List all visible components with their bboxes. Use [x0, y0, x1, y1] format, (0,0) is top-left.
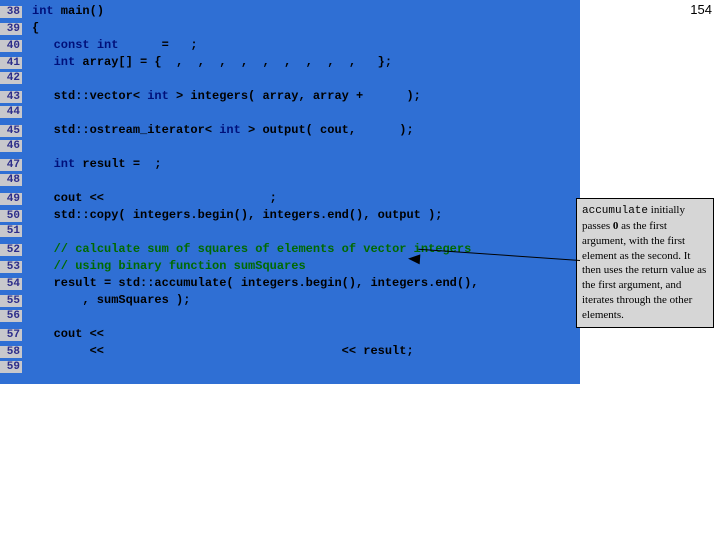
line-number: 47: [0, 159, 22, 171]
code-line: 45 std::ostream_iterator< int > output( …: [0, 123, 580, 140]
line-content: const int = ;: [32, 38, 198, 52]
line-content: std::vector< int > integers( array, arra…: [32, 89, 421, 103]
line-number: 50: [0, 210, 22, 222]
line-content: std::copy( integers.begin(), integers.en…: [32, 208, 442, 222]
line-number: 57: [0, 329, 22, 341]
line-number: 55: [0, 295, 22, 307]
code-line: 43 std::vector< int > integers( array, a…: [0, 89, 580, 106]
line-number: 52: [0, 244, 22, 256]
code-line: 52 // calculate sum of squares of elemen…: [0, 242, 580, 259]
code-line: 38 int main(): [0, 4, 580, 21]
code-line: 41 int array[] = { , , , , , , , , , };: [0, 55, 580, 72]
code-line: 42: [0, 72, 580, 89]
callout-text-2: as the first argument, with the first el…: [582, 220, 706, 321]
line-number: 54: [0, 278, 22, 290]
code-line: 58 << << result;: [0, 344, 580, 361]
code-line: 46: [0, 140, 580, 157]
code-block: 38int main()39{40 const int = ;41 int ar…: [0, 0, 580, 384]
line-content: , sumSquares );: [32, 293, 190, 307]
line-number: 58: [0, 346, 22, 358]
line-content: // using binary function sumSquares: [32, 259, 306, 273]
callout-box: accumulate initially passes 0 as the fir…: [576, 198, 714, 328]
callout-code-word: accumulate: [582, 205, 648, 217]
line-number: 59: [0, 361, 22, 373]
line-content: int main(): [32, 4, 104, 18]
line-content: result = std::accumulate( integers.begin…: [32, 276, 478, 290]
line-number: 44: [0, 106, 22, 118]
line-content: int result = ;: [32, 157, 162, 171]
line-number: 43: [0, 91, 22, 103]
code-line: 55 , sumSquares );: [0, 293, 580, 310]
code-line: 59: [0, 361, 580, 378]
line-number: 45: [0, 125, 22, 137]
line-content: cout <<: [32, 327, 104, 341]
code-line: 50 std::copy( integers.begin(), integers…: [0, 208, 580, 225]
code-line: 48: [0, 174, 580, 191]
code-line: 47 int result = ;: [0, 157, 580, 174]
line-content: std::ostream_iterator< int > output( cou…: [32, 123, 414, 137]
line-number: 56: [0, 310, 22, 322]
line-number: 49: [0, 193, 22, 205]
code-line: 57 cout <<: [0, 327, 580, 344]
code-line: 39 {: [0, 21, 580, 38]
code-line: 51: [0, 225, 580, 242]
page-number: 154: [690, 2, 712, 17]
line-number: 53: [0, 261, 22, 273]
line-number: 51: [0, 225, 22, 237]
line-content: << << result;: [32, 344, 414, 358]
code-line: 44: [0, 106, 580, 123]
line-number: 48: [0, 174, 22, 186]
line-number: 46: [0, 140, 22, 152]
code-line: 54 result = std::accumulate( integers.be…: [0, 276, 580, 293]
code-line: 40 const int = ;: [0, 38, 580, 55]
line-content: {: [32, 21, 39, 35]
code-line: 49 cout << ;: [0, 191, 580, 208]
line-number: 40: [0, 40, 22, 52]
line-content: // calculate sum of squares of elements …: [32, 242, 471, 256]
line-number: 38: [0, 6, 22, 18]
line-number: 42: [0, 72, 22, 84]
line-content: cout << ;: [32, 191, 277, 205]
line-content: int array[] = { , , , , , , , , , };: [32, 55, 392, 69]
code-line: 53 // using binary function sumSquares: [0, 259, 580, 276]
line-number: 41: [0, 57, 22, 69]
code-line: 56: [0, 310, 580, 327]
line-number: 39: [0, 23, 22, 35]
